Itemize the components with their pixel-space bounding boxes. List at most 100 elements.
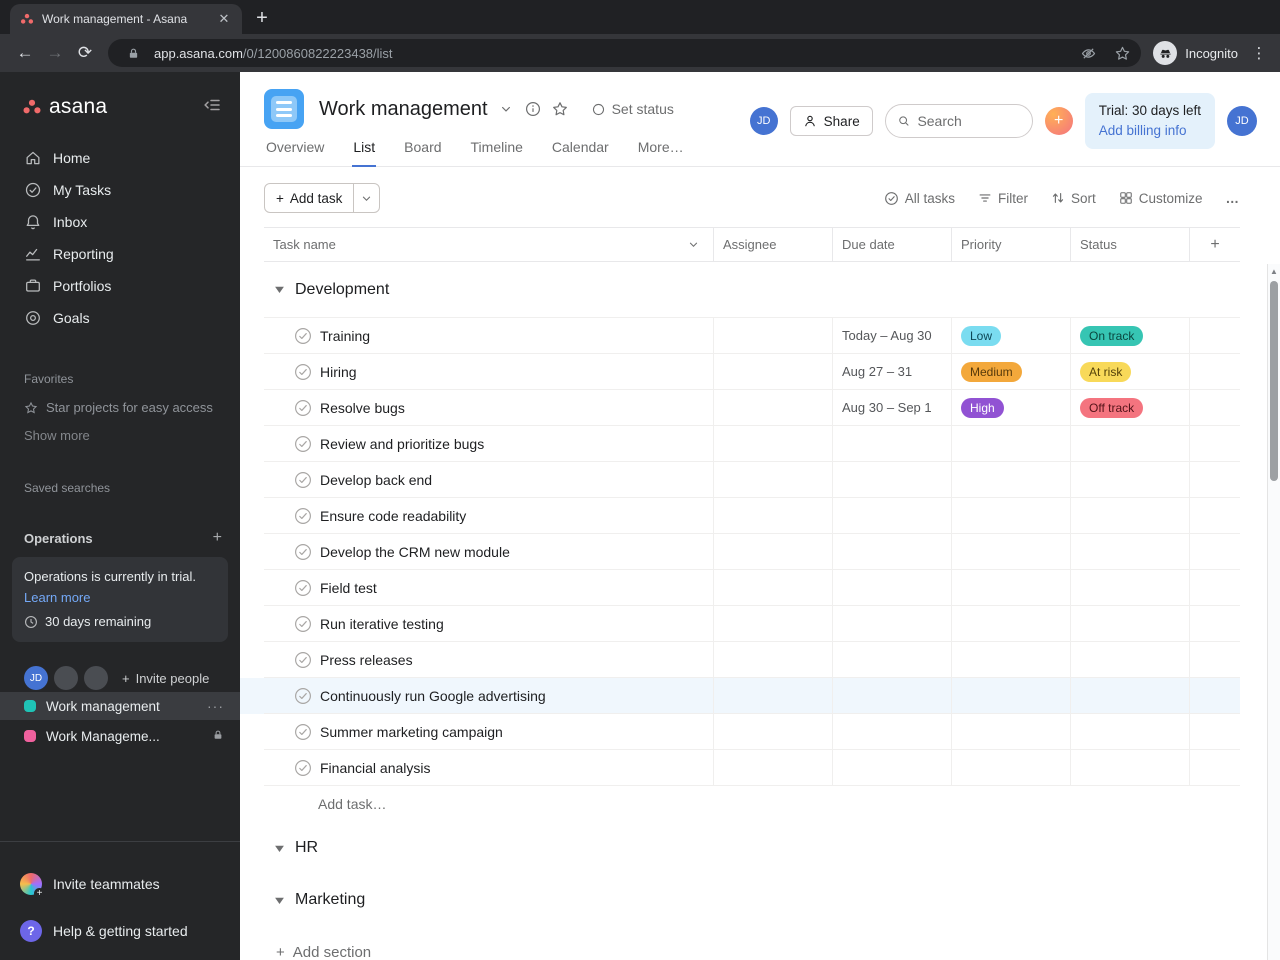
task-priority-cell[interactable]: Low: [952, 318, 1071, 353]
tab-more[interactable]: More…: [637, 131, 685, 166]
task-name[interactable]: Press releases: [320, 652, 413, 668]
task-due-date[interactable]: [833, 570, 952, 605]
task-name[interactable]: Run iterative testing: [320, 616, 444, 632]
all-tasks-filter[interactable]: All tasks: [884, 191, 955, 206]
priority-pill[interactable]: Medium: [961, 361, 1022, 382]
reload-button[interactable]: ⟳: [70, 38, 100, 68]
task-priority-cell[interactable]: [952, 642, 1071, 677]
task-check-icon[interactable]: [294, 651, 312, 669]
add-task-caret[interactable]: [353, 184, 379, 212]
task-due-date[interactable]: Aug 27 – 31: [833, 354, 952, 389]
task-check-icon[interactable]: [294, 687, 312, 705]
scroll-up-arrow[interactable]: ▲: [1268, 264, 1280, 279]
task-check-icon[interactable]: [294, 399, 312, 417]
project-options-icon[interactable]: ···: [207, 698, 224, 714]
tab-list[interactable]: List: [352, 131, 377, 167]
task-row[interactable]: Resolve bugs Aug 30 – Sep 1 High Off tra…: [264, 390, 1240, 426]
status-pill[interactable]: Off track: [1080, 397, 1144, 418]
task-priority-cell[interactable]: [952, 714, 1071, 749]
tracking-protection-eye-icon[interactable]: [1075, 42, 1101, 64]
section-header[interactable]: Marketing: [264, 874, 1240, 926]
sidebar-item-inbox[interactable]: Inbox: [0, 206, 240, 238]
task-priority-cell[interactable]: Medium: [952, 354, 1071, 389]
task-check-icon[interactable]: [294, 471, 312, 489]
team-name[interactable]: Operations: [24, 531, 93, 546]
add-project-icon[interactable]: +: [213, 529, 222, 547]
task-due-date[interactable]: Today – Aug 30: [833, 318, 952, 353]
task-priority-cell[interactable]: High: [952, 390, 1071, 425]
priority-pill[interactable]: Low: [961, 325, 1002, 346]
member-avatar[interactable]: JD: [749, 107, 778, 135]
task-name[interactable]: Review and prioritize bugs: [320, 436, 484, 452]
task-row[interactable]: Press releases: [264, 642, 1240, 678]
task-status-cell[interactable]: [1071, 714, 1190, 749]
task-status-cell[interactable]: [1071, 498, 1190, 533]
task-assignee-cell[interactable]: [714, 714, 833, 749]
column-assignee[interactable]: Assignee: [714, 228, 833, 261]
task-priority-cell[interactable]: [952, 426, 1071, 461]
lock-icon[interactable]: [120, 42, 146, 64]
task-status-cell[interactable]: Off track: [1071, 390, 1190, 425]
task-check-icon[interactable]: [294, 543, 312, 561]
task-name[interactable]: Continuously run Google advertising: [320, 688, 546, 704]
task-row[interactable]: Summer marketing campaign: [264, 714, 1240, 750]
task-status-cell[interactable]: [1071, 606, 1190, 641]
task-check-icon[interactable]: [294, 363, 312, 381]
task-priority-cell[interactable]: [952, 678, 1071, 713]
task-assignee-cell[interactable]: [714, 606, 833, 641]
task-check-icon[interactable]: [294, 579, 312, 597]
tab-timeline[interactable]: Timeline: [470, 131, 524, 166]
section-collapse-icon[interactable]: [274, 895, 285, 906]
search-box[interactable]: [884, 104, 1033, 138]
task-row[interactable]: Continuously run Google advertising: [264, 678, 1240, 714]
tab-overview[interactable]: Overview: [265, 131, 325, 166]
task-name[interactable]: Financial analysis: [320, 760, 431, 776]
task-status-cell[interactable]: [1071, 426, 1190, 461]
task-assignee-cell[interactable]: [714, 570, 833, 605]
add-task-button[interactable]: + Add task: [264, 183, 381, 213]
task-name[interactable]: Summer marketing campaign: [320, 724, 503, 740]
section-collapse-icon[interactable]: [274, 284, 285, 295]
member-avatar[interactable]: JD: [24, 666, 48, 691]
add-column-button[interactable]: +: [1190, 228, 1240, 261]
task-due-date[interactable]: [833, 498, 952, 533]
task-assignee-cell[interactable]: [714, 462, 833, 497]
task-assignee-cell[interactable]: [714, 678, 833, 713]
url-bar[interactable]: app.asana.com/0/1200860822223438/list: [108, 39, 1142, 67]
browser-tab[interactable]: Work management - Asana ✕: [10, 4, 242, 34]
task-priority-cell[interactable]: [952, 606, 1071, 641]
task-assignee-cell[interactable]: [714, 534, 833, 569]
info-icon[interactable]: [524, 100, 542, 118]
help-button[interactable]: ? Help & getting started: [0, 907, 240, 954]
task-status-cell[interactable]: At risk: [1071, 354, 1190, 389]
task-priority-cell[interactable]: [952, 570, 1071, 605]
task-name[interactable]: Develop the CRM new module: [320, 544, 510, 560]
sidebar-item-my-tasks[interactable]: My Tasks: [0, 174, 240, 206]
sidebar-project-work-management[interactable]: Work management ···: [0, 692, 240, 721]
task-priority-cell[interactable]: [952, 750, 1071, 785]
task-name[interactable]: Resolve bugs: [320, 400, 405, 416]
project-icon[interactable]: [264, 89, 304, 129]
task-row[interactable]: Hiring Aug 27 – 31 Medium At risk: [264, 354, 1240, 390]
tab-calendar[interactable]: Calendar: [551, 131, 610, 166]
tab-board[interactable]: Board: [403, 131, 442, 166]
task-row[interactable]: Ensure code readability: [264, 498, 1240, 534]
invite-people-button[interactable]: + Invite people: [122, 671, 209, 686]
create-button[interactable]: +: [1044, 107, 1073, 135]
tab-close-icon[interactable]: ✕: [216, 11, 232, 27]
task-check-icon[interactable]: [294, 507, 312, 525]
column-task-name[interactable]: Task name: [264, 228, 714, 261]
new-tab-button[interactable]: +: [248, 4, 276, 32]
task-row[interactable]: Field test: [264, 570, 1240, 606]
page-title[interactable]: Work management: [319, 98, 488, 121]
task-check-icon[interactable]: [294, 435, 312, 453]
task-status-cell[interactable]: [1071, 570, 1190, 605]
user-avatar[interactable]: JD: [1227, 106, 1257, 136]
status-pill[interactable]: On track: [1080, 325, 1144, 346]
task-name[interactable]: Develop back end: [320, 472, 432, 488]
task-check-icon[interactable]: [294, 615, 312, 633]
back-button[interactable]: ←: [10, 38, 40, 68]
sidebar-item-home[interactable]: Home: [0, 142, 240, 174]
filter-button[interactable]: Filter: [978, 191, 1028, 206]
invite-teammates-button[interactable]: Invite teammates: [0, 860, 240, 907]
